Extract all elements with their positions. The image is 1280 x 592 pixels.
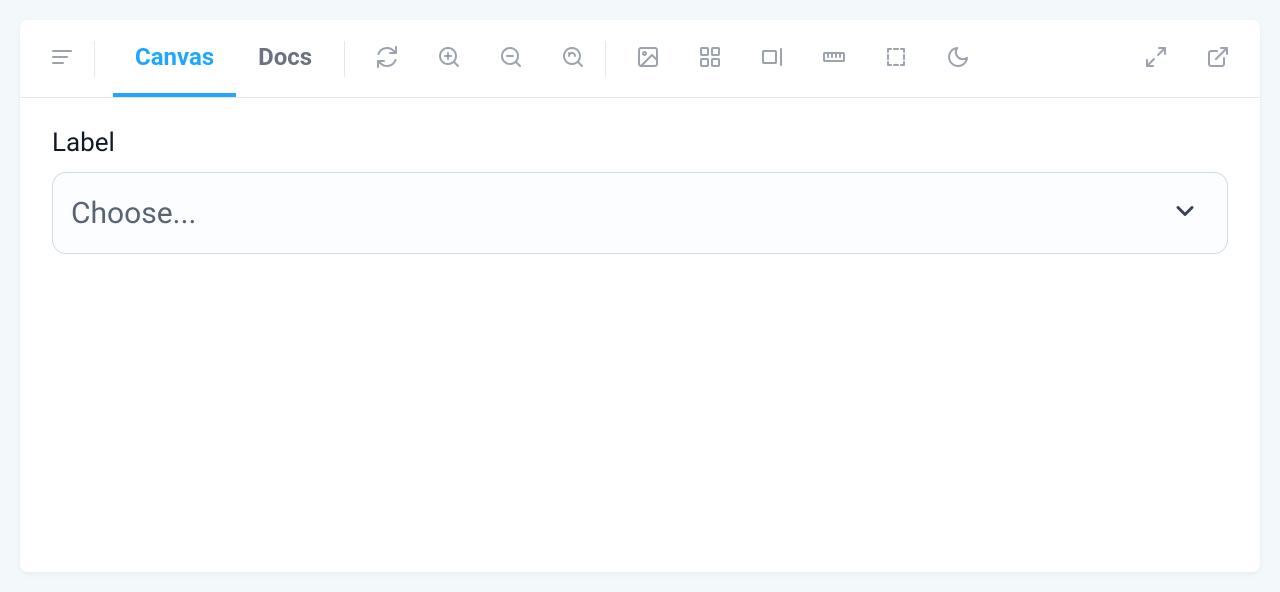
refresh-button[interactable] — [365, 37, 409, 81]
zoom-in-icon — [437, 45, 461, 73]
theme-button[interactable] — [936, 37, 980, 81]
zoom-out-button[interactable] — [489, 37, 533, 81]
tab-canvas[interactable]: Canvas — [113, 20, 236, 97]
refresh-icon — [375, 45, 399, 73]
fullscreen-button[interactable] — [1134, 37, 1178, 81]
tab-docs-label: Docs — [258, 43, 312, 71]
ruler-button[interactable] — [812, 37, 856, 81]
zoom-in-button[interactable] — [427, 37, 471, 81]
zoom-reset-button[interactable] — [551, 37, 595, 81]
app-card: Canvas Docs — [20, 20, 1260, 572]
zoom-group — [365, 37, 595, 81]
divider — [344, 41, 345, 77]
zoom-out-icon — [499, 45, 523, 73]
fullscreen-icon — [1144, 45, 1168, 73]
menu-button[interactable] — [40, 37, 84, 81]
sidebar-button[interactable] — [750, 37, 794, 81]
grid-button[interactable] — [688, 37, 732, 81]
ruler-icon — [822, 45, 846, 73]
grid-icon — [698, 45, 722, 73]
outline-button[interactable] — [874, 37, 918, 81]
tabs: Canvas Docs — [113, 20, 334, 97]
sidebar-icon — [760, 45, 784, 73]
external-link-icon — [1206, 45, 1230, 73]
select-placeholder: Choose... — [71, 196, 196, 231]
chevron-down-icon — [1171, 197, 1199, 229]
menu-icon — [50, 45, 74, 73]
tab-canvas-label: Canvas — [135, 43, 214, 71]
image-icon — [636, 45, 660, 73]
window-group — [1134, 37, 1240, 81]
moon-icon — [946, 45, 970, 73]
field-label: Label — [52, 128, 1228, 158]
open-external-button[interactable] — [1196, 37, 1240, 81]
divider — [94, 41, 95, 77]
select-input[interactable]: Choose... — [52, 172, 1228, 254]
zoom-reset-icon — [561, 45, 585, 73]
view-group — [626, 37, 980, 81]
canvas-content: Label Choose... — [20, 98, 1260, 284]
image-button[interactable] — [626, 37, 670, 81]
divider — [605, 41, 606, 77]
toolbar: Canvas Docs — [20, 20, 1260, 98]
outline-icon — [884, 45, 908, 73]
tab-docs[interactable]: Docs — [236, 20, 334, 97]
